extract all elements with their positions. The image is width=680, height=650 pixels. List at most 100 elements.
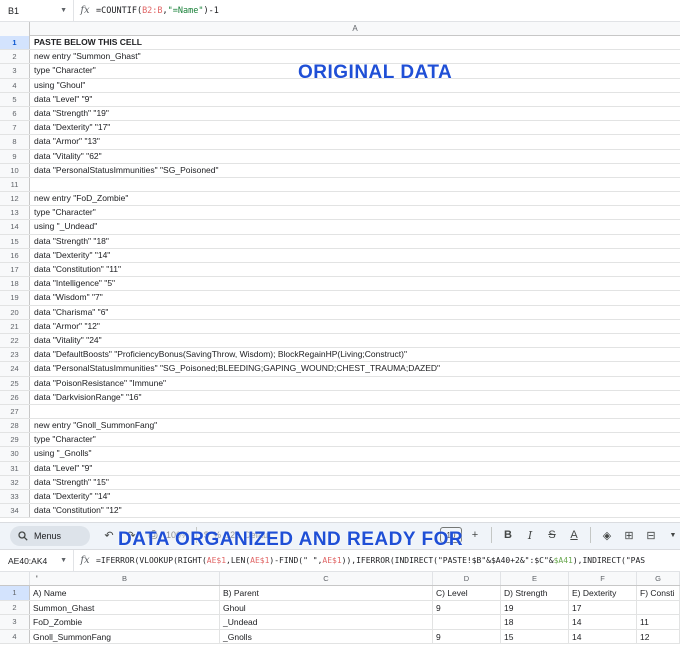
header-cell[interactable]: D) Strength <box>501 586 569 600</box>
row-number[interactable]: 3 <box>0 64 30 78</box>
row-number[interactable]: 23 <box>0 348 30 362</box>
column-header[interactable]: D <box>433 572 501 585</box>
column-header[interactable]: E <box>501 572 569 585</box>
cell[interactable]: 9 <box>433 600 501 614</box>
fill-color-icon[interactable]: ◈ <box>598 529 616 542</box>
header-cell[interactable]: F) Consti <box>637 586 680 600</box>
cell[interactable]: 19 <box>501 600 569 614</box>
formula-input[interactable]: =IFERROR(VLOOKUP(RIGHT(AE$1,LEN(AE$1)-FI… <box>96 556 680 565</box>
row-number[interactable]: 17 <box>0 263 30 277</box>
row-number[interactable]: 18 <box>0 277 30 291</box>
strikethrough-button[interactable]: S <box>543 529 561 541</box>
cell[interactable]: Gnoll_SummonFang <box>30 629 220 643</box>
chevron-down-icon[interactable]: ▼ <box>664 532 680 539</box>
row-number[interactable]: 1 <box>0 36 30 50</box>
row-number[interactable]: 6 <box>0 106 30 121</box>
row-number[interactable]: 21 <box>0 319 30 333</box>
column-header[interactable]: C <box>220 572 433 585</box>
cell[interactable]: data "PoisonResistance" "Immune" <box>30 377 166 390</box>
cell[interactable]: data "Armor" "12" <box>30 320 100 333</box>
row-number[interactable]: 22 <box>0 333 30 348</box>
row-number[interactable]: 3 <box>0 615 30 629</box>
merge-cells-icon[interactable]: ⊟ <box>642 529 660 542</box>
row-number[interactable]: 34 <box>0 504 30 518</box>
cell[interactable]: data "Dexterity" "17" <box>30 121 110 134</box>
borders-icon[interactable]: ⊞ <box>620 529 638 542</box>
cell[interactable]: type "Character" <box>30 64 96 77</box>
cell[interactable]: new entry "FoD_Zombie" <box>30 192 128 205</box>
cell[interactable]: 15 <box>501 629 569 643</box>
cell[interactable]: data "Constitution" "12" <box>30 504 122 517</box>
cell[interactable] <box>433 615 501 629</box>
cell[interactable]: data "Strength" "15" <box>30 476 109 489</box>
cell[interactable]: _Undead <box>220 615 433 629</box>
select-all-corner[interactable] <box>0 22 30 36</box>
row-number[interactable]: 7 <box>0 121 30 135</box>
cell[interactable]: data "DarkvisionRange" "16" <box>30 391 142 404</box>
chevron-down-icon[interactable]: ▼ <box>60 7 67 14</box>
cell[interactable]: data "Dexterity" "14" <box>30 249 110 262</box>
cell[interactable] <box>637 600 680 614</box>
cell[interactable]: data "Vitality" "62" <box>30 150 102 163</box>
undo-icon[interactable]: ↶ <box>100 529 118 542</box>
cell[interactable]: data "Wisdom" "7" <box>30 291 103 304</box>
name-box[interactable]: AE40:AK4 ▼ <box>0 549 74 572</box>
row-number[interactable]: 27 <box>0 404 30 419</box>
cell[interactable]: data "Charisma" "6" <box>30 306 108 319</box>
cell[interactable]: type "Character" <box>30 206 96 219</box>
cell[interactable]: 9 <box>433 629 501 643</box>
cell[interactable]: data "Constitution" "11" <box>30 263 121 276</box>
row-number[interactable]: 2 <box>0 50 30 64</box>
row-number[interactable]: 28 <box>0 419 30 433</box>
cell[interactable]: data "Strength" "18" <box>30 235 109 248</box>
cell[interactable]: 12 <box>637 629 680 643</box>
row-number[interactable]: 16 <box>0 248 30 262</box>
cell[interactable]: new entry "Gnoll_SummonFang" <box>30 419 157 432</box>
menus-search[interactable]: Menus <box>10 526 90 546</box>
row-number[interactable]: 13 <box>0 206 30 220</box>
row-number[interactable]: 30 <box>0 447 30 461</box>
cell[interactable]: data "Vitality" "24" <box>30 334 102 347</box>
row-number[interactable]: 1 <box>0 586 30 600</box>
cell[interactable]: Summon_Ghast <box>30 600 220 614</box>
cell[interactable]: using "_Gnolls" <box>30 447 92 460</box>
row-number[interactable]: 25 <box>0 376 30 390</box>
column-header[interactable]: B <box>30 572 220 585</box>
row-number[interactable]: 11 <box>0 177 30 192</box>
cell[interactable]: data "Level" "9" <box>30 462 92 475</box>
cell[interactable]: data "Strength" "19" <box>30 107 109 120</box>
cell[interactable]: using "_Undead" <box>30 220 97 233</box>
cell[interactable]: data "Level" "9" <box>30 93 92 106</box>
row-number[interactable]: 29 <box>0 433 30 447</box>
row-number[interactable]: 9 <box>0 149 30 163</box>
row-number[interactable]: 15 <box>0 234 30 248</box>
row-number[interactable]: 31 <box>0 461 30 475</box>
name-box[interactable]: B1 ▼ <box>0 0 74 22</box>
column-header[interactable]: G <box>637 572 680 585</box>
row-number[interactable]: 4 <box>0 629 30 643</box>
chevron-down-icon[interactable]: ▼ <box>60 557 67 564</box>
header-cell[interactable]: C) Level <box>433 586 501 600</box>
header-cell[interactable]: E) Dexterity <box>569 586 637 600</box>
cell[interactable]: FoD_Zombie <box>30 615 220 629</box>
cell[interactable]: 14 <box>569 615 637 629</box>
column-header-a[interactable]: A <box>30 22 680 36</box>
row-number[interactable]: 12 <box>0 192 30 206</box>
row-number[interactable]: 26 <box>0 390 30 404</box>
row-number[interactable]: 8 <box>0 135 30 149</box>
cell[interactable]: PASTE BELOW THIS CELL <box>30 36 142 49</box>
row-number[interactable]: 14 <box>0 220 30 234</box>
header-cell[interactable]: A) Name <box>30 586 220 600</box>
row-number[interactable]: 2 <box>0 600 30 614</box>
cell[interactable]: 18 <box>501 615 569 629</box>
cell[interactable]: 11 <box>637 615 680 629</box>
formula-input[interactable]: =COUNTIF(B2:B,"=Name")-1 <box>96 6 219 16</box>
bold-button[interactable]: B <box>499 529 517 541</box>
italic-button[interactable]: I <box>521 529 539 542</box>
cell[interactable]: 17 <box>569 600 637 614</box>
cell[interactable]: new entry "Summon_Ghast" <box>30 50 141 63</box>
cell[interactable]: Ghoul <box>220 600 433 614</box>
row-number[interactable]: 24 <box>0 362 30 376</box>
row-number[interactable]: 4 <box>0 78 30 92</box>
cell[interactable] <box>30 178 34 191</box>
